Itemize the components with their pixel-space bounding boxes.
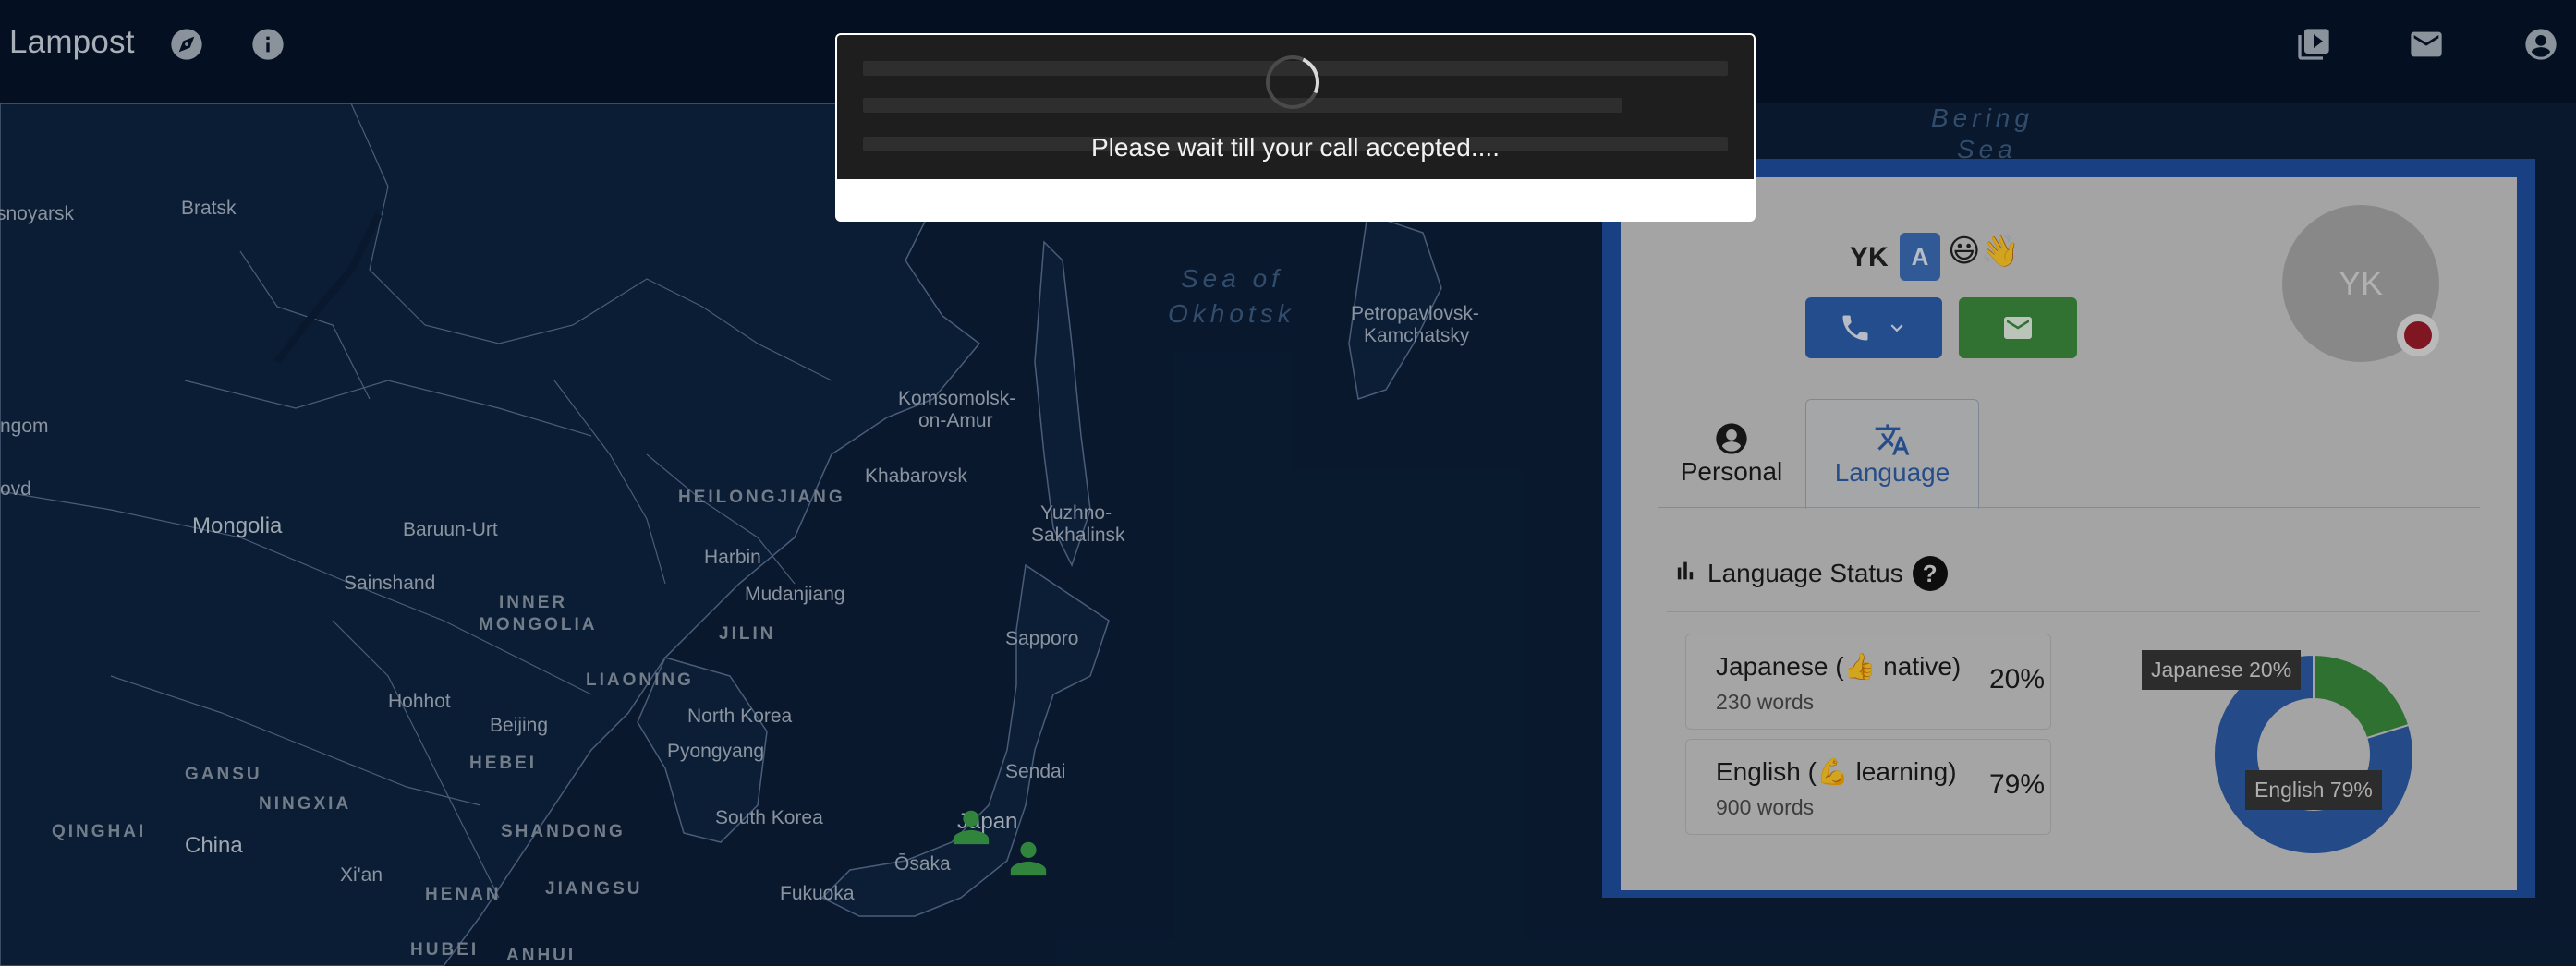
modal-message: Please wait till your call accepted.... bbox=[1091, 133, 1500, 162]
call-waiting-modal: Please wait till your call accepted.... bbox=[835, 33, 1756, 222]
skeleton-line bbox=[863, 98, 1622, 113]
modal-content: Please wait till your call accepted.... bbox=[837, 35, 1754, 179]
